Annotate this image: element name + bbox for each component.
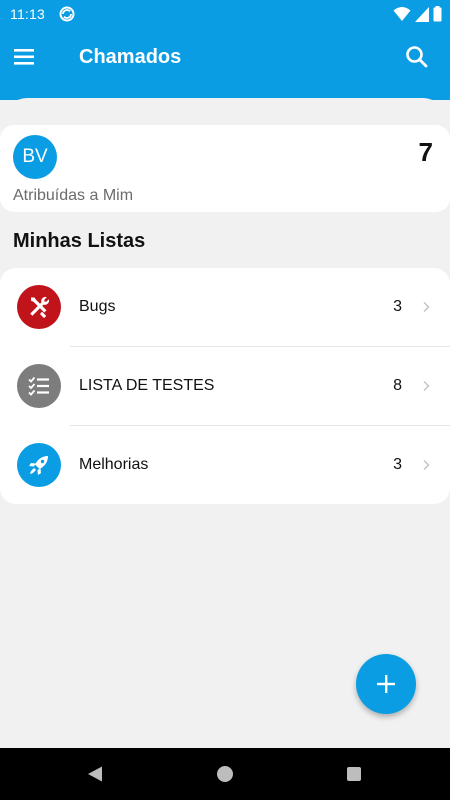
list-item-label: Bugs [79, 298, 116, 315]
list-item-melhorias[interactable]: Melhorias 3 [0, 426, 450, 505]
add-fab-button[interactable] [356, 654, 416, 714]
recent-apps-icon[interactable] [347, 767, 361, 781]
assigned-to-me-card[interactable]: BV 7 Atribuídas a Mim [0, 125, 450, 212]
page-title: Chamados [79, 46, 182, 68]
assigned-label: Atribuídas a Mim [13, 187, 134, 204]
cellular-signal-icon [415, 6, 429, 22]
menu-icon[interactable] [12, 44, 38, 70]
wifi-icon [393, 7, 411, 21]
checklist-icon [28, 376, 49, 396]
system-nav-bar [0, 748, 450, 800]
app-bar: Chamados [0, 28, 450, 88]
sync-status-icon [59, 6, 75, 22]
list-item-lista-de-testes[interactable]: LISTA DE TESTES 8 [0, 347, 450, 426]
list-item-label: Melhorias [79, 456, 149, 473]
list-icon-circle [17, 443, 61, 487]
status-bar: 11:13 [0, 0, 450, 28]
list-item-bugs[interactable]: Bugs 3 [0, 268, 450, 347]
section-title: Minhas Listas [13, 230, 146, 252]
list-icon-circle [17, 285, 61, 329]
home-icon[interactable] [217, 766, 233, 782]
assigned-count: 7 [418, 137, 433, 167]
list-icon-circle [17, 364, 61, 408]
status-right [393, 5, 442, 23]
list-item-count: 3 [393, 298, 402, 315]
rocket-icon [29, 456, 48, 475]
avatar-initials: BV [22, 146, 48, 167]
list-item-count: 8 [393, 377, 402, 394]
chevron-right-icon [423, 381, 430, 391]
back-icon[interactable] [86, 765, 104, 783]
avatar: BV [13, 135, 57, 179]
list-item-count: 3 [393, 456, 402, 473]
battery-icon [433, 6, 442, 22]
lists-card: Bugs 3 LISTA DE TESTES 8 Melhorias 3 [0, 268, 450, 504]
search-icon[interactable] [404, 44, 430, 70]
screen: 11:13 Chamados BV 7 Atribuídas a Mim Min… [0, 0, 450, 800]
tools-icon [30, 296, 50, 318]
status-time: 11:13 [10, 6, 45, 22]
chevron-right-icon [423, 460, 430, 470]
plus-icon [377, 675, 395, 693]
chevron-right-icon [423, 302, 430, 312]
list-item-label: LISTA DE TESTES [79, 377, 215, 394]
